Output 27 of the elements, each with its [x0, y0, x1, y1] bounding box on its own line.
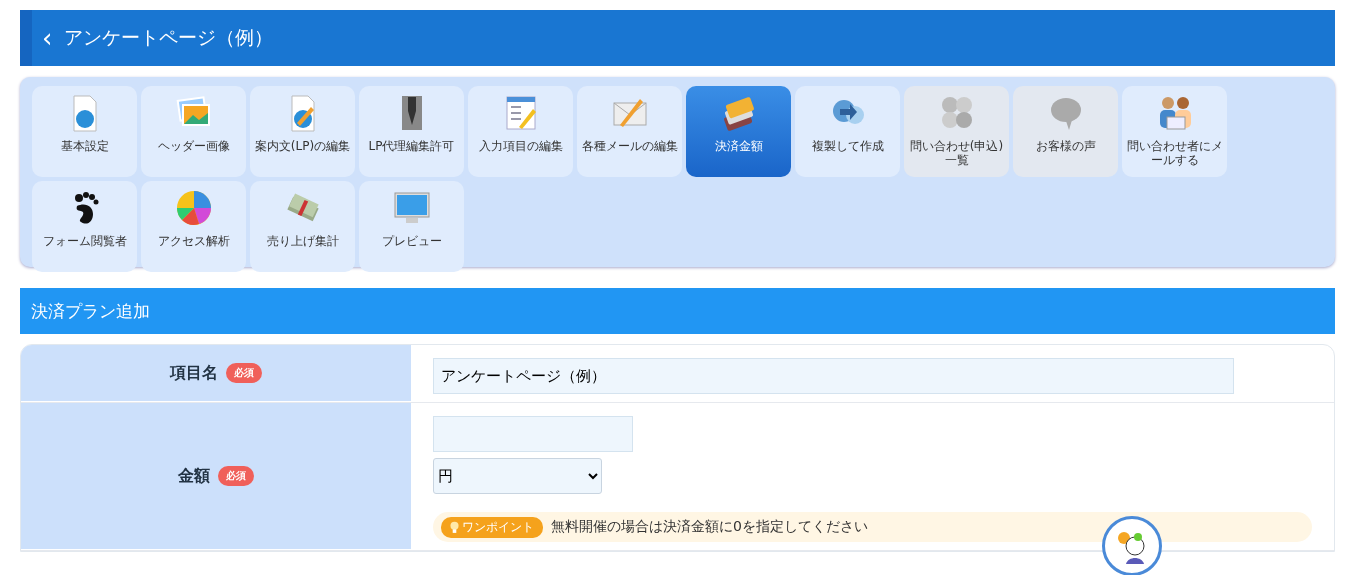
tool-tile[interactable]: 入力項目の編集 — [468, 86, 573, 177]
field-label: 項目名 — [170, 362, 218, 384]
back-button[interactable]: ‹ — [42, 25, 53, 51]
page-title: アンケートページ（例） — [64, 25, 274, 50]
lightbulb-icon — [450, 520, 459, 534]
tool-tile[interactable]: 複製して作成 — [795, 86, 900, 177]
section-title: 決済プラン追加 — [31, 299, 150, 323]
tool-tile[interactable]: 案内文(LP)の編集 — [250, 86, 355, 177]
tool-tile[interactable]: 決済金額 — [686, 86, 791, 177]
tool-tile[interactable]: プレビュー — [359, 181, 464, 272]
tool-tile[interactable]: 問い合わせ者にメールする — [1122, 86, 1227, 177]
tool-tile[interactable]: 基本設定 — [32, 86, 137, 177]
tool-tile[interactable]: LP代理編集許可 — [359, 86, 464, 177]
currency-select[interactable]: 円 — [433, 458, 602, 494]
input-field[interactable]: アンケートページ（例） — [433, 358, 1234, 394]
tool-tile[interactable]: 各種メールの編集 — [577, 86, 682, 177]
tool-tile[interactable]: ヘッダー画像 — [141, 86, 246, 177]
required-badge: 必須 — [226, 363, 262, 383]
tool-tile[interactable]: 売り上げ集計 — [250, 181, 355, 272]
required-badge: 必須 — [218, 466, 254, 486]
tool-tile[interactable]: アクセス解析 — [141, 181, 246, 272]
tool-tile[interactable]: フォーム閲覧者 — [32, 181, 137, 272]
field-label: 金額 — [178, 465, 210, 487]
tip-badge: ワンポイント — [441, 516, 543, 538]
tip-text: 無料開催の場合は決済金額に0を指定してください — [551, 518, 868, 536]
input-field[interactable] — [433, 416, 633, 452]
help-mascot-button[interactable] — [1102, 516, 1162, 575]
